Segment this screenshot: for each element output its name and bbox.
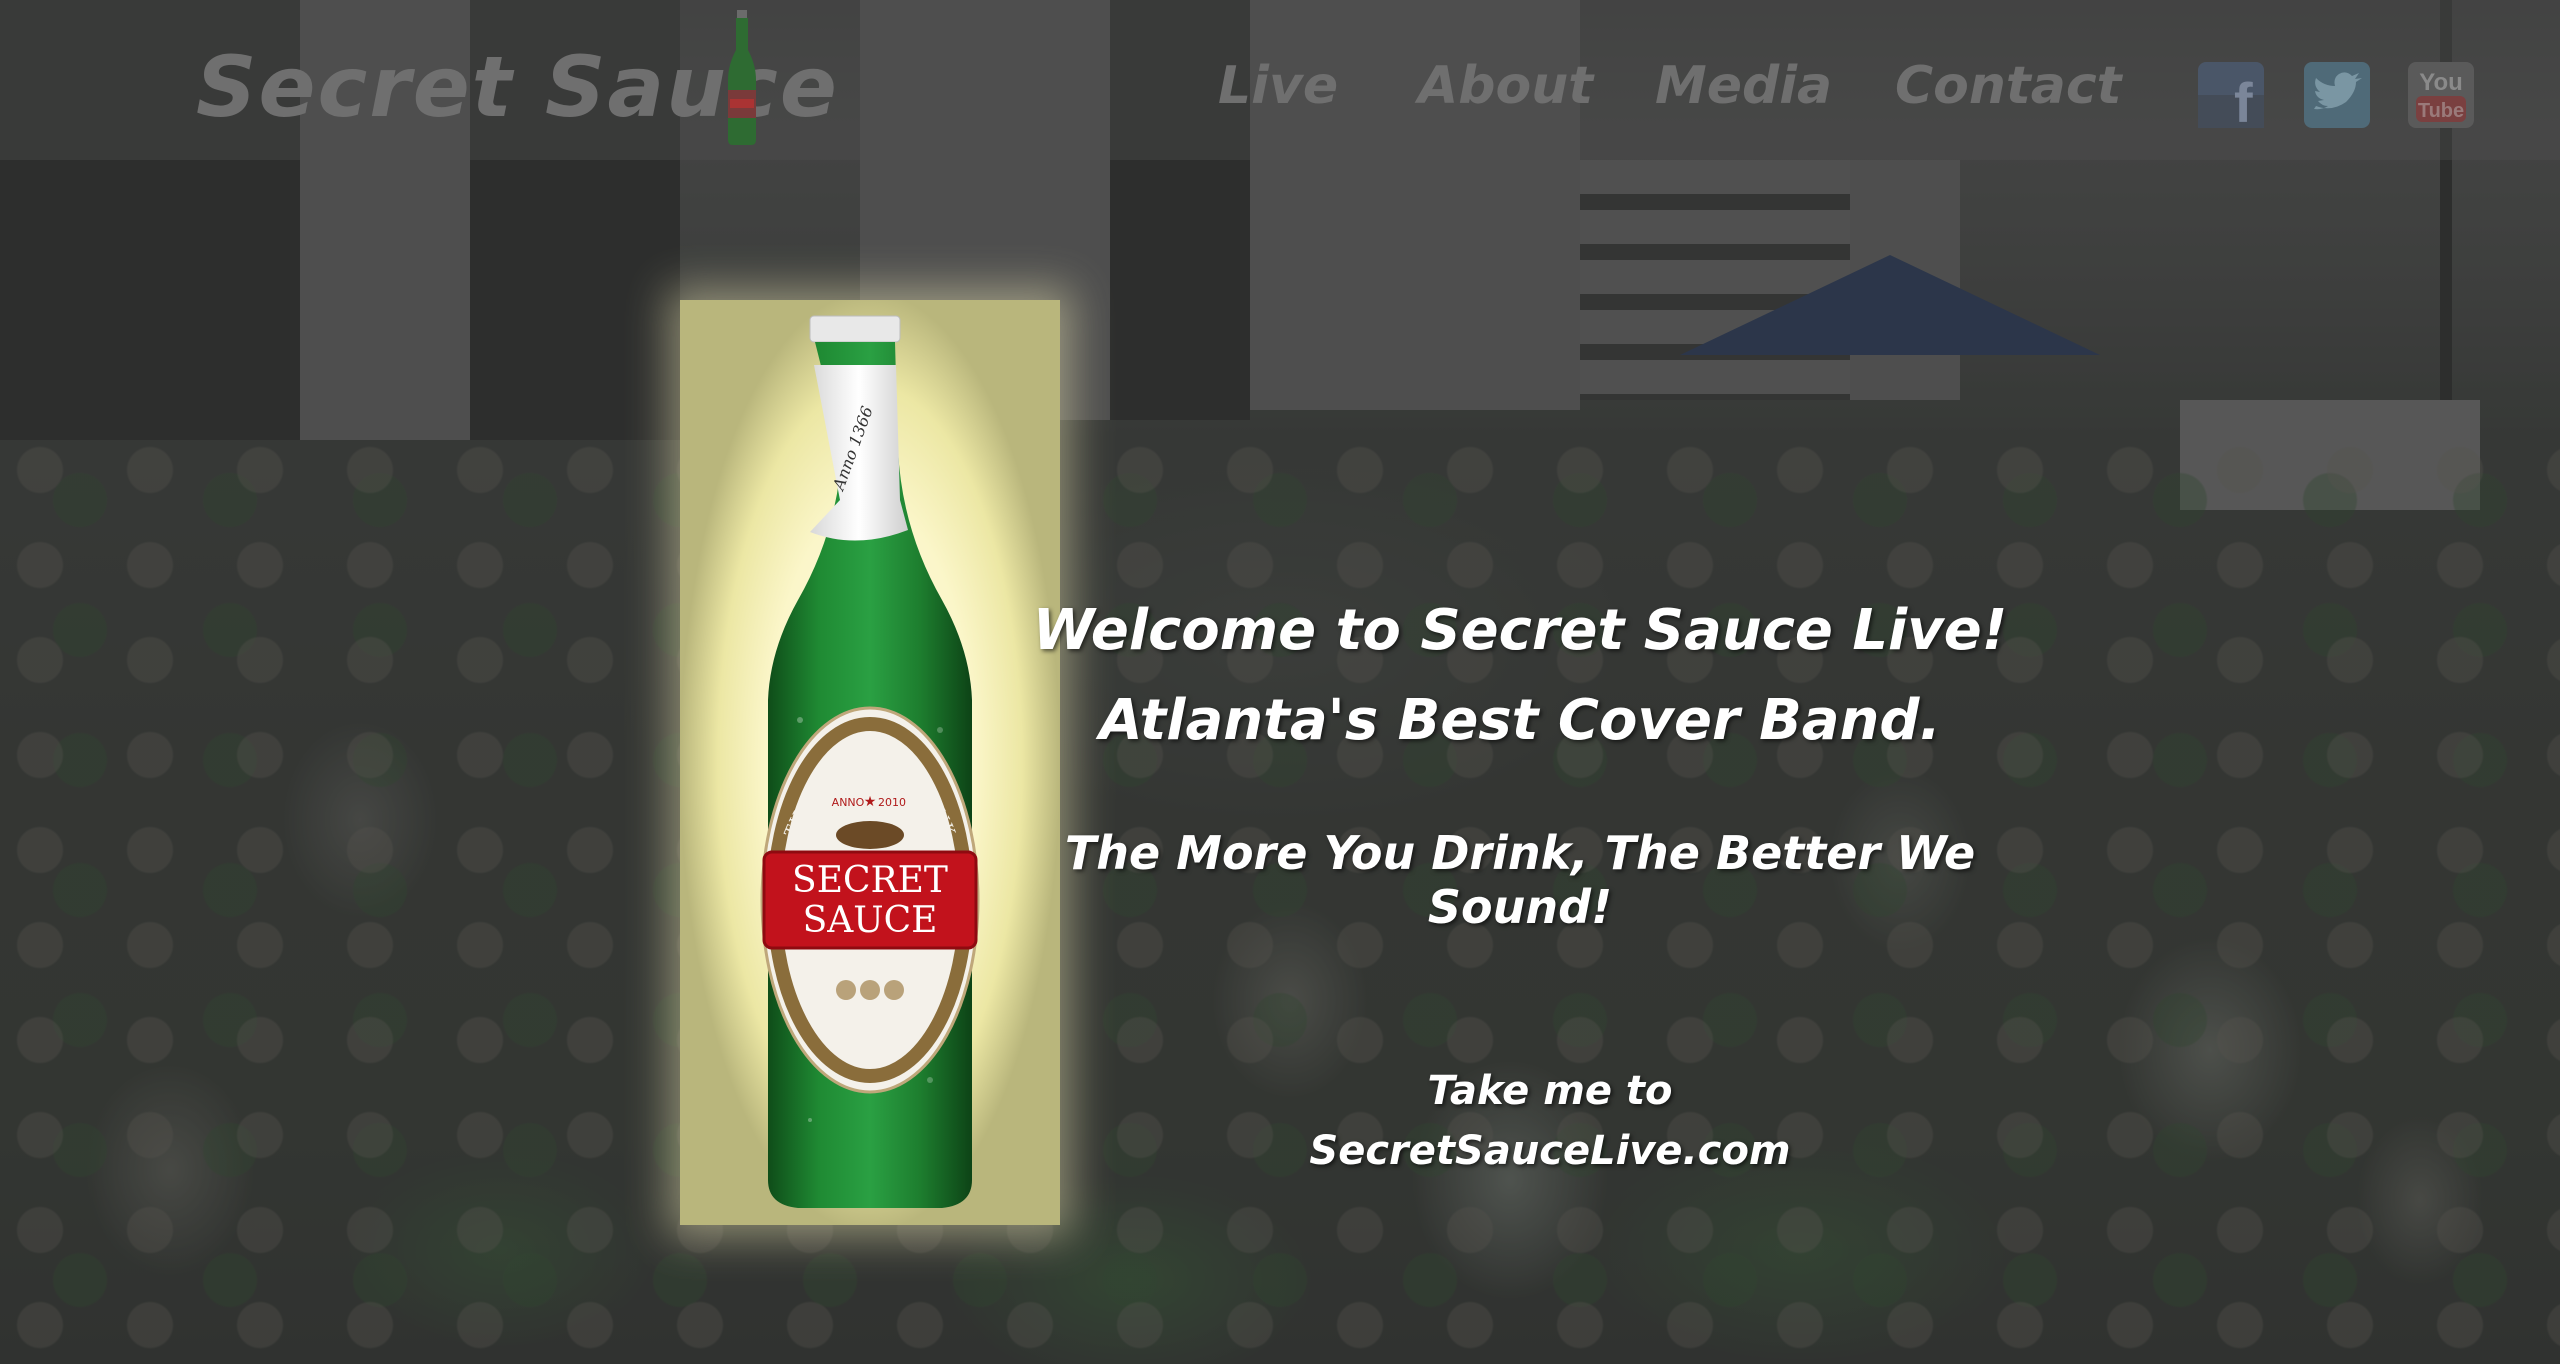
youtube-icon[interactable]: You Tube — [2408, 62, 2474, 128]
bottle-label-anno: ANNO — [832, 796, 865, 809]
twitter-icon[interactable] — [2304, 62, 2370, 128]
facebook-glyph: f — [2234, 71, 2253, 128]
site-link-line1[interactable]: Take me to — [1200, 1068, 1900, 1114]
star-icon: ★ — [864, 794, 877, 810]
welcome-heading-line2: Atlanta's Best Cover Band. — [1099, 688, 1941, 753]
featured-bottle-image: Anno 1366 THE MORE YOU DRINK THE BETTER … — [680, 300, 1060, 1225]
site-header: Secret Sauce Live About Media Contact f — [0, 0, 2560, 160]
welcome-heading-line1: Welcome to Secret Sauce Live! — [1032, 598, 2008, 663]
medal-icon — [836, 980, 856, 1000]
youtube-glyph-top: You — [2419, 69, 2463, 96]
logo-bottle-icon — [728, 10, 756, 145]
facebook-icon[interactable]: f — [2198, 62, 2264, 134]
nav-about[interactable]: About — [1418, 56, 1593, 116]
nav-contact[interactable]: Contact — [1895, 56, 2122, 116]
medal-icon — [860, 980, 880, 1000]
nav-media[interactable]: Media — [1655, 56, 1832, 116]
medal-icon — [884, 980, 904, 1000]
tagline: The More You Drink, The Better We Sound! — [1064, 826, 1976, 934]
bottle-cap — [809, 315, 901, 343]
crest-icon — [836, 821, 904, 849]
bottle-label-brand-line2: SAUCE — [803, 900, 938, 941]
nav-live[interactable]: Live — [1218, 56, 1338, 116]
bottle-label-year: 2010 — [878, 796, 906, 809]
bottle-label-brand-line1: SECRET — [792, 860, 948, 901]
youtube-glyph-bottom: Tube — [2418, 100, 2464, 122]
page: Secret Sauce Live About Media Contact f — [0, 0, 2560, 1364]
site-link-line2[interactable]: SecretSauceLive.com — [1200, 1128, 1900, 1174]
